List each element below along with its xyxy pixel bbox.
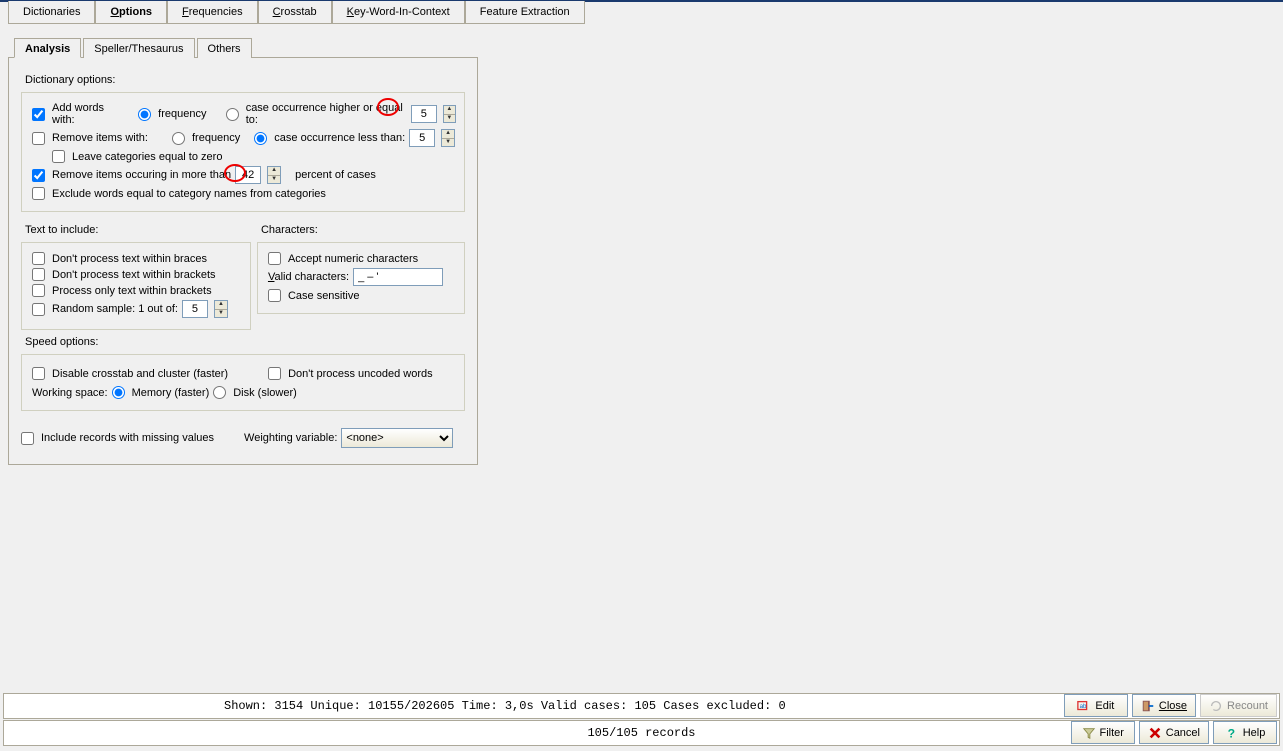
- speed-options-label: Speed options:: [25, 336, 465, 348]
- dont-uncoded-label: Don't process uncoded words: [288, 368, 433, 380]
- valid-chars-input[interactable]: [353, 268, 443, 286]
- remove-frequency-label: frequency: [192, 132, 240, 144]
- help-icon: ?: [1225, 726, 1239, 740]
- dictionary-options-label: Dictionary options:: [25, 74, 465, 86]
- tab-frequencies[interactable]: Frequencies: [167, 1, 258, 24]
- disable-crosstab-label: Disable crosstab and cluster (faster): [52, 368, 228, 380]
- recount-button[interactable]: Recount: [1200, 694, 1277, 717]
- weighting-label: Weighting variable:: [244, 432, 337, 444]
- random-sample-checkbox[interactable]: [32, 303, 45, 316]
- numeric-label: Accept numeric characters: [288, 253, 418, 265]
- only-brackets-label: Process only text within brackets: [52, 285, 212, 297]
- filter-icon: [1082, 726, 1096, 740]
- case-sensitive-checkbox[interactable]: [268, 289, 281, 302]
- random-sample-label: Random sample: 1 out of:: [52, 303, 178, 315]
- weighting-select[interactable]: <none>: [341, 428, 453, 448]
- include-missing-checkbox[interactable]: [21, 432, 34, 445]
- remove-items-spinner[interactable]: ▲▼: [441, 129, 455, 147]
- tab-kwic[interactable]: Key-Word-In-Context: [332, 1, 465, 24]
- frequency-label: frequency: [158, 108, 206, 120]
- add-words-label: Add words with:: [52, 102, 125, 126]
- help-button[interactable]: ? Help: [1213, 721, 1277, 744]
- tab-crosstab[interactable]: Crosstab: [258, 1, 332, 24]
- add-words-frequency-radio[interactable]: [138, 108, 151, 121]
- filter-button[interactable]: Filter: [1071, 721, 1135, 744]
- exclude-names-checkbox[interactable]: [32, 187, 45, 200]
- cancel-button[interactable]: Cancel: [1139, 721, 1209, 744]
- add-words-checkbox[interactable]: [32, 108, 45, 121]
- add-words-spinner[interactable]: ▲▼: [443, 105, 456, 123]
- close-button[interactable]: Close: [1132, 694, 1196, 717]
- edit-icon: ab: [1077, 699, 1091, 713]
- sub-tab-bar: Analysis Speller/Thesaurus Others: [8, 38, 1275, 58]
- random-sample-spinner[interactable]: ▲▼: [214, 300, 228, 318]
- leave-categories-label: Leave categories equal to zero: [72, 151, 222, 163]
- tab-options[interactable]: Options: [95, 1, 167, 24]
- include-missing-label: Include records with missing values: [41, 432, 214, 444]
- working-space-label: Working space:: [32, 387, 108, 399]
- disk-label: Disk (slower): [233, 387, 297, 399]
- exclude-names-label: Exclude words equal to category names fr…: [52, 188, 326, 200]
- add-words-case-radio[interactable]: [226, 108, 239, 121]
- random-sample-input[interactable]: [182, 300, 208, 318]
- brackets-checkbox[interactable]: [32, 268, 45, 281]
- recount-icon: [1209, 699, 1223, 713]
- options-panel: Dictionary options: Add words with: freq…: [8, 57, 478, 465]
- main-tab-bar: Dictionaries Options Frequencies Crossta…: [0, 0, 1283, 25]
- valid-chars-label: Valid characters:: [268, 271, 349, 283]
- percent-cases-label: percent of cases: [295, 169, 376, 181]
- status-area: Shown: 3154 Unique: 10155/202605 Time: 3…: [0, 692, 1283, 747]
- text-include-label: Text to include:: [25, 224, 251, 236]
- characters-label: Characters:: [261, 224, 465, 236]
- subtab-speller[interactable]: Speller/Thesaurus: [83, 38, 194, 58]
- cancel-icon: [1148, 726, 1162, 740]
- svg-text:ab: ab: [1080, 702, 1087, 709]
- remove-more-value-input[interactable]: [235, 166, 261, 184]
- case-higher-label: case occurrence higher or equal to:: [246, 102, 407, 126]
- remove-more-spinner[interactable]: ▲▼: [267, 166, 281, 184]
- disk-radio[interactable]: [213, 386, 226, 399]
- braces-checkbox[interactable]: [32, 252, 45, 265]
- edit-button[interactable]: ab Edit: [1064, 694, 1128, 717]
- speed-options-group: Disable crosstab and cluster (faster) Do…: [21, 354, 465, 411]
- numeric-checkbox[interactable]: [268, 252, 281, 265]
- dictionary-options-group: Add words with: frequency case occurrenc…: [21, 92, 465, 212]
- remove-more-label: Remove items occuring in more than: [52, 169, 231, 181]
- text-include-group: Don't process text within braces Don't p…: [21, 242, 251, 330]
- braces-label: Don't process text within braces: [52, 253, 207, 265]
- remove-items-label: Remove items with:: [52, 132, 148, 144]
- subtab-others[interactable]: Others: [197, 38, 252, 58]
- tab-dictionaries[interactable]: Dictionaries: [8, 1, 95, 24]
- case-less-label: case occurrence less than:: [274, 132, 405, 144]
- memory-radio[interactable]: [112, 386, 125, 399]
- brackets-label: Don't process text within brackets: [52, 269, 216, 281]
- memory-label: Memory (faster): [132, 387, 210, 399]
- remove-case-radio[interactable]: [254, 132, 267, 145]
- door-icon: [1141, 699, 1155, 713]
- characters-group: Accept numeric characters Valid characte…: [257, 242, 465, 314]
- remove-frequency-radio[interactable]: [172, 132, 185, 145]
- tab-feature[interactable]: Feature Extraction: [465, 1, 585, 24]
- add-words-value-input[interactable]: [411, 105, 437, 123]
- subtab-analysis[interactable]: Analysis: [14, 38, 81, 58]
- disable-crosstab-checkbox[interactable]: [32, 367, 45, 380]
- remove-items-checkbox[interactable]: [32, 132, 45, 145]
- only-brackets-checkbox[interactable]: [32, 284, 45, 297]
- remove-items-value-input[interactable]: [409, 129, 435, 147]
- leave-categories-checkbox[interactable]: [52, 150, 65, 163]
- dont-uncoded-checkbox[interactable]: [268, 367, 281, 380]
- case-sensitive-label: Case sensitive: [288, 290, 360, 302]
- svg-text:?: ?: [1227, 726, 1234, 740]
- remove-more-checkbox[interactable]: [32, 169, 45, 182]
